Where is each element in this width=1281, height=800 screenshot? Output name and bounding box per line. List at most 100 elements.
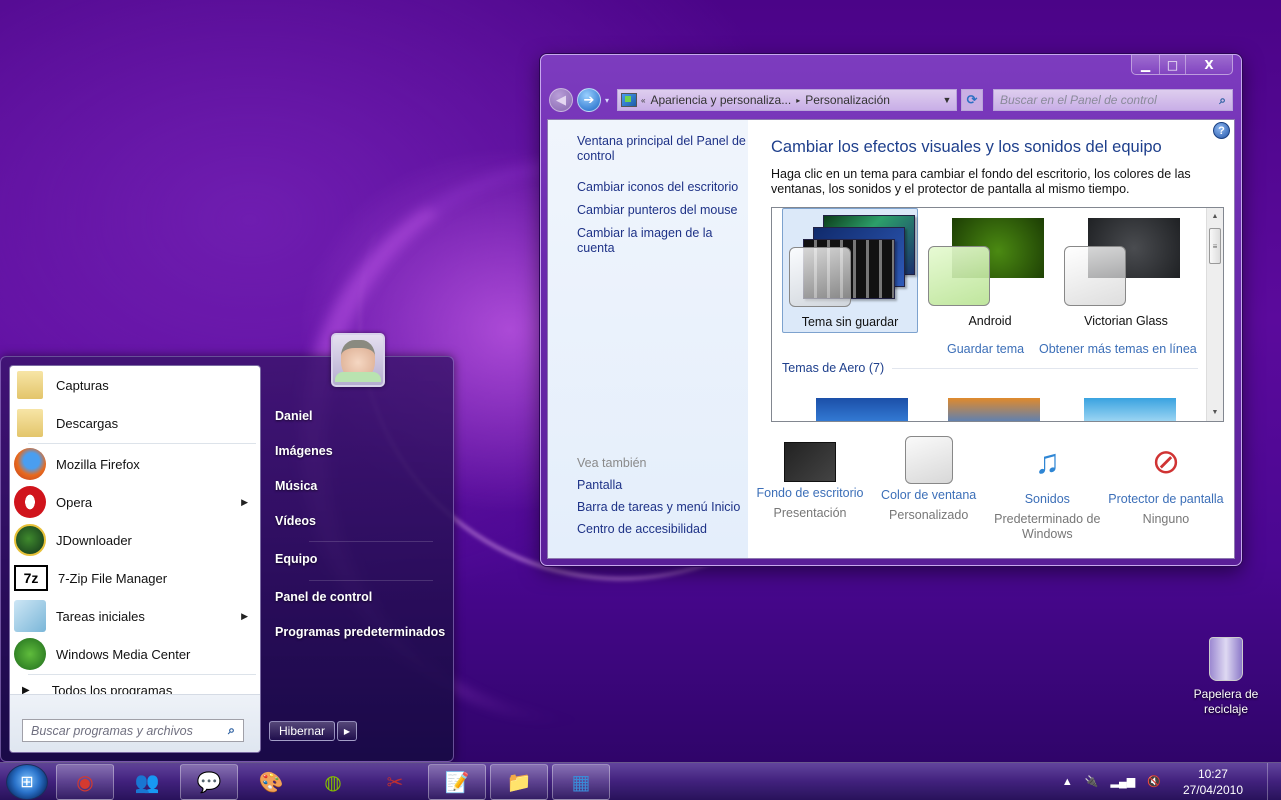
aero-theme-windows7[interactable] [816, 398, 908, 421]
minimize-button[interactable]: ▁ [1132, 55, 1159, 74]
divider [28, 674, 256, 675]
program-item-media-center[interactable]: Windows Media Center [10, 635, 260, 673]
window-color-setting[interactable]: Color de ventana Personalizado [871, 436, 987, 542]
place-control-panel[interactable]: Panel de control [275, 586, 445, 621]
program-item-firefox[interactable]: Mozilla Firefox [10, 445, 260, 483]
theme-unsaved[interactable]: Tema sin guardar [782, 208, 918, 333]
place-user-folder[interactable]: Daniel [275, 405, 445, 440]
personalization-main: ? Cambiar los efectos visuales y los son… [748, 120, 1234, 558]
search-placeholder: Buscar en el Panel de control [1000, 93, 1157, 107]
sounds-icon: ♫ [1034, 443, 1061, 481]
window-color-swatch [789, 247, 851, 307]
setting-name[interactable]: Fondo de escritorio [752, 486, 868, 501]
screen-saver-icon: ⊘ [1151, 443, 1181, 481]
place-pictures[interactable]: Imágenes [275, 440, 445, 475]
maximize-button[interactable]: □ [1159, 55, 1185, 74]
address-bar[interactable]: « Apariencia y personaliza... ▸ Personal… [617, 89, 957, 111]
taskbar-messenger-button[interactable]: 👥 [118, 764, 176, 800]
getting-started-icon [14, 600, 46, 632]
window-content: Ventana principal del Panel de control C… [547, 119, 1235, 559]
submenu-arrow-icon[interactable]: ▶ [241, 611, 248, 622]
network-signal-icon[interactable]: ▂▄▆ [1111, 775, 1136, 788]
taskbar-chrome-button[interactable]: ◉ [56, 763, 114, 800]
show-desktop-button[interactable] [1267, 762, 1281, 800]
program-item-getting-started[interactable]: Tareas iniciales ▶ [10, 597, 260, 635]
scroll-up-arrow[interactable]: ▲ [1207, 208, 1223, 225]
aero-themes-header: Temas de Aero (7) [782, 361, 1198, 375]
place-music[interactable]: Música [275, 475, 445, 510]
search-icon[interactable]: ⌕ [228, 723, 235, 738]
link-control-panel-home[interactable]: Ventana principal del Panel de control [577, 134, 748, 164]
taskbar-snipping-tool-button[interactable]: ✂ [366, 764, 424, 800]
taskbar-notepad-button[interactable]: 📝 [428, 763, 486, 800]
link-change-mouse-pointers[interactable]: Cambiar punteros del mouse [577, 203, 748, 218]
refresh-button[interactable]: ⟳ [961, 89, 983, 111]
program-label: Opera [56, 494, 93, 510]
control-panel-icon: ▦ [571, 769, 591, 794]
show-hidden-icons-button[interactable]: ▲ [1062, 776, 1073, 788]
scroll-down-arrow[interactable]: ▼ [1207, 404, 1223, 421]
clock-time: 10:27 [1197, 766, 1228, 781]
theme-scrollbar[interactable]: ▲ ≡ ▼ [1206, 208, 1223, 421]
sounds-setting[interactable]: ♫ Sonidos Predeterminado de Windows [989, 436, 1105, 542]
chrome-icon: ◉ [76, 769, 94, 794]
address-dropdown-icon[interactable]: ▼ [938, 95, 956, 105]
spotify-icon: ◍ [324, 769, 342, 794]
program-label: 7-Zip File Manager [58, 570, 168, 586]
theme-android[interactable]: Android [922, 208, 1058, 333]
taskbar-explorer-button[interactable]: 📁 [490, 763, 548, 800]
power-options-arrow[interactable]: ▶ [337, 721, 357, 741]
place-computer[interactable]: Equipo [275, 548, 445, 583]
setting-name[interactable]: Sonidos [989, 492, 1105, 507]
setting-name[interactable]: Protector de pantalla [1108, 492, 1224, 507]
user-avatar[interactable] [331, 333, 385, 387]
breadcrumb-appearance[interactable]: Apariencia y personaliza... [645, 93, 796, 107]
desktop-background-setting[interactable]: Fondo de escritorio Presentación [752, 436, 868, 542]
link-change-account-picture[interactable]: Cambiar la imagen de la cuenta [577, 226, 748, 256]
aero-theme-characters[interactable] [1084, 398, 1176, 421]
program-item-opera[interactable]: Opera ▶ [10, 483, 260, 521]
get-more-themes-link[interactable]: Obtener más temas en línea [1039, 342, 1197, 356]
taskbar-pidgin-button[interactable]: 💬 [180, 763, 238, 800]
place-default-programs[interactable]: Programas predeterminados [275, 621, 445, 656]
paint-icon: 🎨 [258, 769, 284, 794]
program-item-capturas[interactable]: Capturas [10, 366, 260, 404]
recent-pages-dropdown[interactable]: ▾ [605, 96, 613, 105]
breadcrumb-personalization[interactable]: Personalización [800, 93, 895, 107]
forward-button[interactable]: ➔ [577, 88, 601, 112]
taskbar-spotify-button[interactable]: ◍ [304, 764, 362, 800]
taskbar-paint-button[interactable]: 🎨 [242, 764, 300, 800]
volume-muted-icon[interactable]: 🔇 [1147, 775, 1161, 788]
save-theme-link[interactable]: Guardar tema [947, 342, 1024, 356]
divider [28, 443, 256, 444]
aero-theme-architecture[interactable] [948, 398, 1040, 421]
hibernate-button[interactable]: Hibernar [269, 721, 335, 741]
help-icon[interactable]: ? [1213, 122, 1230, 139]
taskbar-control-panel-button[interactable]: ▦ [552, 763, 610, 800]
desktop-background-icon [784, 442, 836, 482]
scroll-thumb[interactable]: ≡ [1209, 228, 1221, 264]
link-taskbar-start-menu[interactable]: Barra de tareas y menú Inicio [577, 500, 740, 515]
screen-saver-setting[interactable]: ⊘ Protector de pantalla Ninguno [1108, 436, 1224, 542]
start-search-input[interactable]: Buscar programas y archivos ⌕ [22, 719, 244, 742]
back-button[interactable]: ◀ [549, 88, 573, 112]
close-button[interactable]: X [1185, 55, 1232, 74]
theme-victorian-glass[interactable]: Victorian Glass [1058, 208, 1194, 333]
submenu-arrow-icon[interactable]: ▶ [241, 497, 248, 508]
media-center-icon [14, 638, 46, 670]
program-item-descargas[interactable]: Descargas [10, 404, 260, 442]
link-change-desktop-icons[interactable]: Cambiar iconos del escritorio [577, 180, 748, 195]
link-ease-of-access[interactable]: Centro de accesibilidad [577, 522, 740, 537]
recycle-bin[interactable]: Papelera de reciclaje [1190, 637, 1262, 717]
setting-name[interactable]: Color de ventana [871, 488, 987, 503]
search-icon[interactable]: ⌕ [1219, 93, 1226, 108]
start-button[interactable]: ⊞ [6, 763, 48, 800]
clock[interactable]: 10:27 27/04/2010 [1183, 766, 1243, 798]
power-icon[interactable]: 🔌 [1085, 775, 1099, 788]
place-videos[interactable]: Vídeos [275, 510, 445, 545]
link-display[interactable]: Pantalla [577, 478, 740, 493]
control-panel-search-input[interactable]: Buscar en el Panel de control ⌕ [993, 89, 1233, 111]
see-also-header: Vea también [577, 456, 647, 470]
program-item-7zip[interactable]: 7z 7-Zip File Manager [10, 559, 260, 597]
program-item-jdownloader[interactable]: JDownloader [10, 521, 260, 559]
